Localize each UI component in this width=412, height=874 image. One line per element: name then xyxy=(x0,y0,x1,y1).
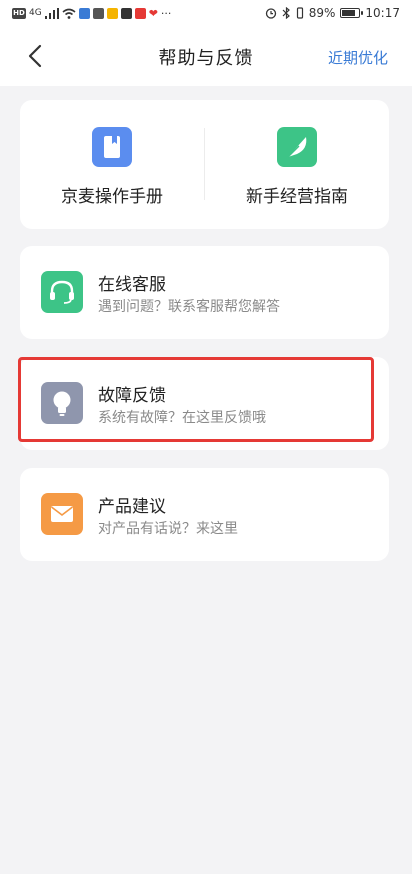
app-notification-icon xyxy=(106,7,118,19)
online-service-item[interactable]: 在线客服 遇到问题？联系客服帮您解答 xyxy=(20,246,389,339)
item-subtitle: 对产品有话说？来这里 xyxy=(98,521,238,537)
beginner-guide-label: 新手经营指南 xyxy=(246,187,348,207)
item-subtitle: 系统有故障？在这里反馈哦 xyxy=(98,410,266,426)
more-notifications-icon: ··· xyxy=(160,6,172,20)
guides-card: 京麦操作手册 新手经营指南 xyxy=(20,100,389,229)
clock: 10:17 xyxy=(365,6,400,20)
app-notification-icon xyxy=(92,7,104,19)
item-title: 故障反馈 xyxy=(98,386,166,406)
bluetooth-icon xyxy=(282,7,290,19)
item-title: 在线客服 xyxy=(98,275,166,295)
battery-fill xyxy=(342,10,356,16)
fault-feedback-item[interactable]: 故障反馈 系统有故障？在这里反馈哦 xyxy=(20,357,389,450)
app-notification-icon xyxy=(134,7,146,19)
signal-icon xyxy=(44,7,59,19)
envelope-icon xyxy=(41,493,83,535)
book-icon xyxy=(92,127,132,167)
status-icons-right: 89% 10:17 xyxy=(265,6,400,20)
operation-manual-button[interactable]: 京麦操作手册 xyxy=(20,100,204,229)
status-bar: HD 4G ❤ ··· 89% 10:17 xyxy=(0,0,412,26)
navigation-bar: 帮助与反馈 近期优化 xyxy=(0,26,412,86)
heart-icon: ❤ xyxy=(148,6,158,20)
battery-icon xyxy=(340,8,364,18)
compass-leaf-icon xyxy=(277,127,317,167)
headset-icon xyxy=(41,271,83,313)
beginner-guide-button[interactable]: 新手经营指南 xyxy=(205,100,389,229)
app-notification-icon xyxy=(120,7,132,19)
status-icons-left: HD 4G ❤ ··· xyxy=(12,7,171,20)
network-type: 4G xyxy=(29,8,42,18)
item-subtitle: 遇到问题？联系客服帮您解答 xyxy=(98,299,280,315)
product-suggestion-item[interactable]: 产品建议 对产品有话说？来这里 xyxy=(20,468,389,561)
item-title: 产品建议 xyxy=(98,497,166,517)
alarm-icon xyxy=(265,8,276,19)
app-notification-icon xyxy=(78,7,90,19)
hd-icon: HD xyxy=(12,7,26,19)
recent-updates-link[interactable]: 近期优化 xyxy=(328,47,388,68)
operation-manual-label: 京麦操作手册 xyxy=(61,187,163,207)
wifi-icon xyxy=(62,8,76,19)
battery-percent: 89% xyxy=(308,6,336,20)
vibrate-icon xyxy=(296,7,303,19)
lightbulb-icon xyxy=(41,382,83,424)
